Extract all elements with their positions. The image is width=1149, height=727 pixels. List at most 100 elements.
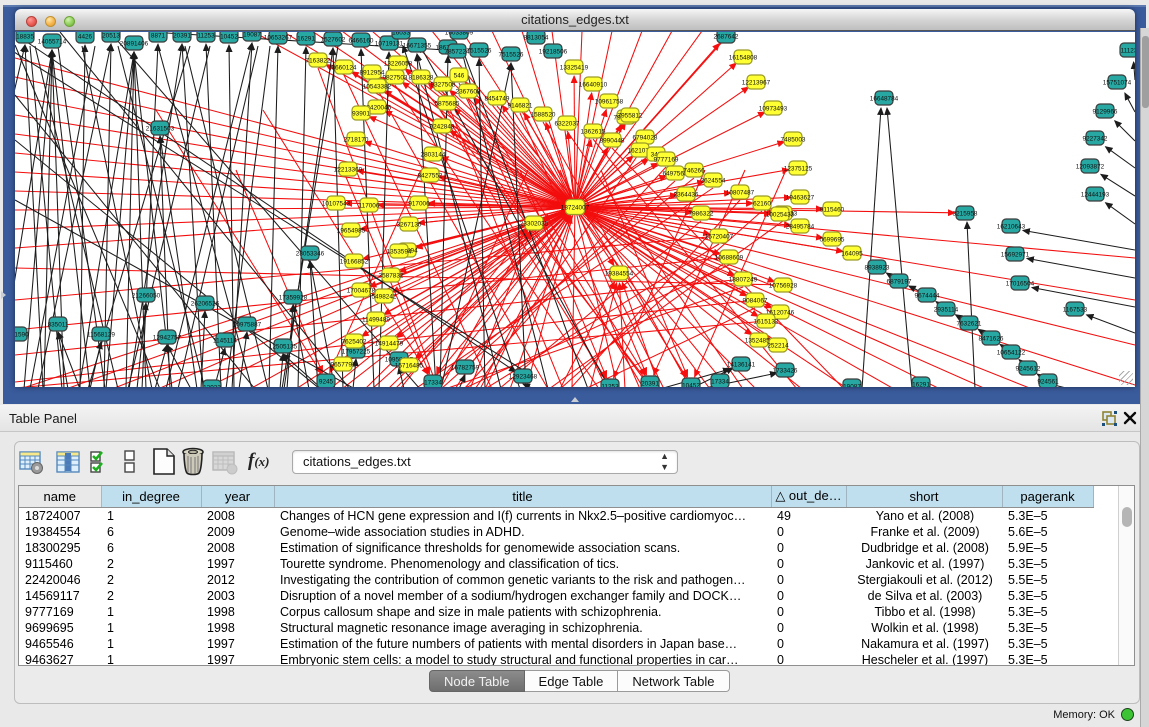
svg-text:17334: 17334 <box>711 379 729 386</box>
svg-text:14136141: 14136141 <box>727 362 756 369</box>
svg-text:8471626: 8471626 <box>979 336 1004 343</box>
svg-text:7515526: 7515526 <box>467 48 492 55</box>
svg-text:6879197: 6879197 <box>887 279 912 286</box>
svg-text:16640910: 16640910 <box>579 82 608 89</box>
svg-text:16782759: 16782759 <box>451 365 480 372</box>
svg-text:9227342: 9227342 <box>1083 136 1108 143</box>
svg-text:15692971: 15692971 <box>1001 252 1030 259</box>
svg-text:2935114: 2935114 <box>934 307 959 314</box>
svg-text:16671355: 16671355 <box>403 43 432 50</box>
svg-text:16033: 16033 <box>392 32 410 37</box>
svg-text:20391: 20391 <box>641 381 659 388</box>
svg-text:6322037: 6322037 <box>555 121 580 128</box>
svg-text:6794028: 6794028 <box>633 135 658 142</box>
svg-text:9245612: 9245612 <box>1016 366 1041 373</box>
svg-text:1167533: 1167533 <box>1063 307 1088 314</box>
svg-text:9084067: 9084067 <box>743 298 768 305</box>
svg-text:10654122: 10654122 <box>997 350 1026 357</box>
svg-text:8813054: 8813054 <box>524 35 549 42</box>
svg-text:19087: 19087 <box>843 384 861 388</box>
svg-text:11123: 11123 <box>1121 48 1135 55</box>
svg-text:18835: 18835 <box>16 34 34 41</box>
svg-text:9827503: 9827503 <box>383 75 408 82</box>
svg-text:17957225: 17957225 <box>342 349 371 356</box>
svg-text:1362615: 1362615 <box>581 129 606 136</box>
svg-text:7515526: 7515526 <box>499 52 524 59</box>
svg-text:9242848: 9242848 <box>430 124 455 131</box>
svg-text:19087: 19087 <box>243 32 261 39</box>
svg-text:9245: 9245 <box>319 379 334 386</box>
svg-text:13325419: 13325419 <box>560 65 589 72</box>
svg-text:8938923: 8938923 <box>865 265 890 272</box>
svg-text:20391: 20391 <box>173 33 191 40</box>
svg-text:62160: 62160 <box>753 201 771 208</box>
svg-text:2367608: 2367608 <box>456 89 481 96</box>
svg-text:12213967: 12213967 <box>742 80 771 87</box>
svg-text:3215958: 3215958 <box>953 211 978 218</box>
svg-text:2803144: 2803144 <box>421 152 446 159</box>
svg-text:12923: 12923 <box>203 385 221 388</box>
svg-text:164095: 164095 <box>841 251 863 258</box>
svg-text:7625402: 7625402 <box>342 339 367 346</box>
svg-text:2718170: 2718170 <box>344 137 369 144</box>
svg-text:28053346: 28053346 <box>296 251 325 258</box>
svg-text:7857224: 7857224 <box>445 49 470 56</box>
svg-text:8871: 8871 <box>151 33 166 40</box>
svg-text:12093872: 12093872 <box>1076 164 1105 171</box>
svg-text:10025433: 10025433 <box>766 212 795 219</box>
svg-text:3587832: 3587832 <box>379 273 404 280</box>
svg-text:23302035: 23302035 <box>520 221 549 228</box>
svg-text:19654985: 19654985 <box>337 228 366 235</box>
svg-text:15716485: 15716485 <box>395 363 424 370</box>
svg-text:4426: 4426 <box>78 34 93 41</box>
svg-text:9327508: 9327508 <box>431 82 456 89</box>
svg-text:924561: 924561 <box>1037 379 1059 386</box>
svg-text:14914479: 14914479 <box>375 341 404 348</box>
svg-text:117006: 117006 <box>359 203 380 210</box>
svg-text:19463627: 19463627 <box>786 195 815 202</box>
svg-text:5875685: 5875685 <box>435 101 460 108</box>
svg-text:3624554: 3624554 <box>701 178 726 185</box>
svg-text:8454749: 8454749 <box>485 96 510 103</box>
svg-text:835011: 835011 <box>48 322 69 329</box>
svg-text:8912954: 8912954 <box>360 70 385 77</box>
svg-text:18724007: 18724007 <box>561 205 590 212</box>
svg-text:10961758: 10961758 <box>595 99 624 106</box>
svg-text:7163822: 7163822 <box>306 58 331 65</box>
svg-text:10756928: 10756928 <box>769 283 798 290</box>
svg-text:93901: 93901 <box>352 111 370 118</box>
svg-text:1527602: 1527602 <box>321 37 346 44</box>
svg-text:2687642: 2687642 <box>714 34 739 41</box>
svg-text:0699695: 0699695 <box>820 237 845 244</box>
svg-text:10452: 10452 <box>682 383 700 388</box>
svg-text:1588520: 1588520 <box>531 112 556 119</box>
svg-text:21266050: 21266050 <box>132 293 161 300</box>
svg-text:5498242: 5498242 <box>372 294 397 301</box>
svg-text:8427552: 8427552 <box>418 173 443 180</box>
svg-text:11499489: 11499489 <box>362 317 390 324</box>
svg-text:11568129: 11568129 <box>87 332 115 339</box>
svg-text:16648784: 16648784 <box>870 96 899 103</box>
svg-text:16210643: 16210643 <box>997 224 1026 231</box>
svg-text:16291: 16291 <box>297 36 315 43</box>
svg-text:17016504: 17016504 <box>1006 281 1035 288</box>
svg-text:9777169: 9777169 <box>654 157 679 164</box>
svg-text:12505135: 12505135 <box>269 344 298 351</box>
svg-text:19218506: 19218506 <box>539 49 568 56</box>
svg-text:6466160: 6466160 <box>349 38 374 45</box>
svg-text:20513: 20513 <box>102 33 120 40</box>
svg-text:9129966: 9129966 <box>1093 109 1118 116</box>
svg-text:9657791: 9657791 <box>331 362 356 369</box>
svg-text:1145114: 1145114 <box>213 338 237 345</box>
svg-text:13226058: 13226058 <box>384 61 413 68</box>
svg-text:1733426: 1733426 <box>773 368 798 375</box>
svg-text:19166852: 19166852 <box>340 259 369 266</box>
svg-text:10807487: 10807487 <box>726 190 755 197</box>
svg-text:7955812: 7955812 <box>618 113 643 120</box>
svg-text:8990448: 8990448 <box>600 138 625 145</box>
svg-text:16154808: 16154808 <box>729 55 758 62</box>
svg-text:16291: 16291 <box>912 382 930 388</box>
svg-text:18807249: 18807249 <box>729 277 758 284</box>
svg-text:10975887: 10975887 <box>233 322 262 329</box>
svg-text:12444193: 12444193 <box>1081 192 1110 199</box>
